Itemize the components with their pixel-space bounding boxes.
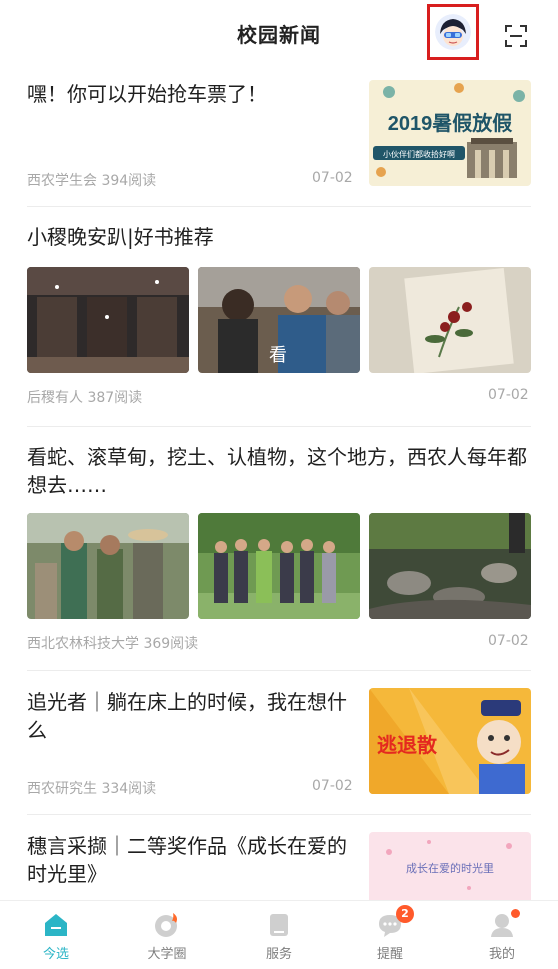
tab-label: 今选 — [42, 947, 69, 962]
article-title: 小稷晚安趴|好书推荐 — [27, 225, 214, 249]
article-image-3 — [369, 267, 531, 373]
avatar-button[interactable] — [427, 4, 479, 60]
service-icon — [265, 911, 293, 939]
article-image-1 — [27, 513, 189, 619]
tab-reminders[interactable]: 2 提醒 — [350, 905, 430, 962]
article-meta: 后稷有人 387阅读 07-02 — [27, 387, 531, 407]
profile-icon — [488, 909, 520, 939]
article-thumbnail: 成长在爱的时光里 — [369, 832, 531, 900]
divider — [27, 206, 531, 207]
bottom-tab-bar: 今选 大学圈 服务 2 提醒 我的 — [0, 900, 558, 969]
home-icon — [42, 911, 70, 939]
article-thumbnail: 2019暑假放假 小伙伴们都收拾好啊 — [369, 80, 531, 186]
article-reads: 334阅读 — [101, 781, 157, 797]
article-date: 07-02 — [488, 387, 529, 403]
article-item[interactable]: 小稷晚安趴|好书推荐 看 后稷有人 387阅读 07-02 — [27, 223, 531, 409]
chat-bubble-icon: 2 — [376, 905, 414, 939]
article-image-1 — [27, 267, 189, 373]
divider — [27, 814, 531, 815]
article-title: 嘿！你可以开始抢车票了！ — [27, 82, 267, 106]
article-date: 07-02 — [488, 633, 529, 649]
divider — [27, 426, 531, 427]
article-date: 07-02 — [312, 778, 353, 794]
scan-icon[interactable] — [504, 24, 528, 48]
tab-campus-circle[interactable]: 大学圈 — [127, 911, 207, 962]
article-item[interactable]: 追光者｜躺在床上的时候，我在想什么 西农研究生 334阅读 07-02 逃退散 — [27, 688, 531, 800]
notification-badge: 2 — [396, 905, 414, 923]
article-source: 西北农林科技大学 — [27, 636, 139, 652]
article-reads: 387阅读 — [87, 390, 143, 406]
article-meta: 西北农林科技大学 369阅读 07-02 — [27, 633, 531, 653]
thumb-title: 逃退散 — [377, 733, 438, 757]
thumb-title: 成长在爱的时光里 — [406, 861, 494, 875]
tab-label: 我的 — [488, 947, 515, 962]
article-title: 穗言采撷｜二等奖作品《成长在爱的时光里》 — [27, 834, 347, 886]
article-source: 西农学生会 — [27, 173, 97, 189]
article-reads: 394阅读 — [101, 173, 157, 189]
unread-dot — [511, 909, 520, 918]
article-image-2 — [198, 513, 360, 619]
article-item[interactable]: 看蛇、滚草甸，挖土、认植物，这个地方，西农人每年都想去…… 西北农林科技大学 3… — [27, 443, 531, 655]
tab-home[interactable]: 今选 — [16, 911, 96, 962]
article-thumbnail: 逃退散 — [369, 688, 531, 794]
article-source: 西农研究生 — [27, 781, 97, 797]
article-title: 追光者｜躺在床上的时候，我在想什么 — [27, 690, 347, 742]
article-item[interactable]: 嘿！你可以开始抢车票了！ 西农学生会 394阅读 07-02 2019暑假放假 … — [27, 80, 531, 198]
divider — [27, 670, 531, 671]
top-bar: 校园新闻 — [0, 0, 558, 70]
avatar-icon — [435, 14, 471, 50]
article-source: 后稷有人 — [27, 390, 83, 406]
thumb-caption: 看 — [269, 345, 287, 366]
thumb-subtitle: 小伙伴们都收拾好啊 — [383, 149, 455, 159]
thumb-title: 2019暑假放假 — [388, 111, 513, 135]
article-image-3 — [369, 513, 531, 619]
circle-fire-icon — [153, 911, 181, 939]
tab-label: 服务 — [265, 947, 292, 962]
article-meta: 西农学生会 394阅读 07-02 — [27, 170, 357, 190]
tab-profile[interactable]: 我的 — [462, 909, 542, 962]
article-meta: 西农研究生 334阅读 07-02 — [27, 778, 357, 798]
article-title: 看蛇、滚草甸，挖土、认植物，这个地方，西农人每年都想去…… — [27, 445, 527, 497]
article-date: 07-02 — [312, 170, 353, 186]
article-reads: 369阅读 — [143, 636, 199, 652]
tab-label: 大学圈 — [147, 947, 187, 962]
tab-label: 提醒 — [376, 947, 403, 962]
article-image-2: 看 — [198, 267, 360, 373]
tab-service[interactable]: 服务 — [239, 911, 319, 962]
